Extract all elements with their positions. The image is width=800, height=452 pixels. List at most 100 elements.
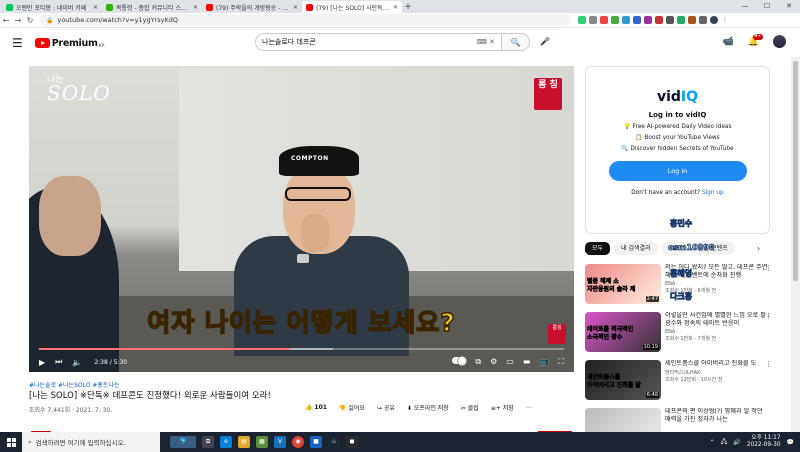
network-icon[interactable]: 🖧 [721, 437, 728, 447]
progress-bar[interactable] [39, 348, 564, 350]
speaker-icon[interactable]: 🔊 [733, 439, 740, 446]
start-button[interactable] [0, 432, 22, 452]
app-icon[interactable]: ◼ [346, 436, 358, 448]
steam-icon[interactable]: ♨ [328, 436, 340, 448]
related-video[interactable]: 데프콘의 편 이상형(?) 영혜과 알 작던 매력을 가진 정자가 나는 [585, 408, 770, 432]
subtitles-icon[interactable]: ⧉ [475, 357, 481, 367]
new-tab-button[interactable]: + [402, 1, 414, 13]
extension-icon[interactable] [589, 16, 597, 24]
close-icon[interactable]: ✕ [293, 4, 298, 11]
profile-icon[interactable] [710, 16, 718, 24]
volume-icon[interactable]: 🔈 [72, 358, 82, 367]
theater-icon[interactable]: ▬ [523, 357, 531, 367]
vidiq-features: 💡 Free AI-powered Daily Video Ideas 📋 Bo… [586, 124, 769, 152]
chrome-icon[interactable]: ◉ [292, 436, 304, 448]
video-thumbnail[interactable]: 세인트폼스를 아이버리고 진화를 밟 6:48 [585, 360, 661, 400]
video-thumbnail[interactable]: 데이트를 적극적인 소극적인 광수 10:19 [585, 312, 661, 352]
taskbar-search-input[interactable]: ⌕ 검색하려면 여기에 입력하십시오. [22, 432, 160, 452]
youtube-logo[interactable]: Premium KR [34, 38, 105, 49]
signup-link[interactable]: Sign up [702, 190, 724, 196]
chip-all[interactable]: 모두 [585, 242, 611, 255]
chevron-right-icon[interactable]: › [757, 244, 760, 253]
edge-icon[interactable]: e [220, 436, 232, 448]
extension-icon[interactable] [688, 16, 696, 24]
fullscreen-icon[interactable]: ⛶ [558, 357, 564, 367]
extension-icon[interactable] [600, 16, 608, 24]
extension-icon[interactable] [578, 16, 586, 24]
browser-tab-4[interactable]: (79) [나는 SOLO] 사탄독※ 데프코✕ [302, 1, 402, 13]
extension-icon[interactable] [677, 16, 685, 24]
related-video[interactable]: 데이트를 적극적인 소극적인 광수 10:19 이렇을만 사건입에 별별한 느낌… [585, 312, 772, 352]
search-input[interactable]: 나는솔로다 데프콘 ⌨ ✕ [255, 33, 502, 51]
more-actions-icon[interactable]: ⋯ [526, 404, 532, 411]
extension-icon[interactable] [611, 16, 619, 24]
minimize-icon[interactable]: — [734, 0, 756, 13]
related-video[interactable]: 세인트폼스를 아이버리고 진화를 밟 6:48 세인트폼스를 아이버리고 진화를… [585, 360, 772, 400]
browser-tab-1[interactable]: 오랜만 포티봉 : 네이버 카페 ✕ [2, 1, 102, 13]
vidiq-panel: vidIQ Log in to vidIQ 💡 Free AI-powered … [585, 66, 770, 234]
video-title: [나는 SOLO] ※단독※ 데프콘도 진정했다! 외로운 사람들이여 오라! [29, 391, 271, 401]
extension-icon[interactable] [655, 16, 663, 24]
keyboard-icon[interactable]: ⌨ ✕ [477, 38, 495, 46]
close-icon[interactable]: ✕ [193, 4, 198, 11]
reload-icon[interactable]: ↻ [24, 16, 36, 25]
menu-icon[interactable]: ☰ [12, 36, 23, 50]
url-field[interactable]: 🔒 youtube.com/watch?v=y1ygYrsyKdQ [40, 14, 570, 26]
video-player[interactable]: COMPTON 나는 SOLO 롱 칭 롱칭 여자 나이는 어떻게 보세요? ▶… [29, 66, 574, 372]
dislike-button[interactable]: 👎 싫어요 [339, 403, 365, 412]
more-icon[interactable]: ⋮ [765, 312, 772, 320]
back-icon[interactable]: ← [0, 16, 12, 25]
voice-search-button[interactable]: 🎤 [538, 35, 552, 49]
overlay-username: osm10998 [668, 243, 715, 253]
video-subtitle: 여자 나이는 어떻게 보세요? [146, 307, 456, 338]
extension-icon[interactable] [666, 16, 674, 24]
like-button[interactable]: 👍 101 [305, 404, 327, 411]
settings-icon[interactable]: ⚙ [490, 357, 497, 367]
clip-button[interactable]: ✂ 클립 [461, 403, 479, 412]
mic-icon: 🎤 [540, 37, 550, 46]
clock[interactable]: 오후 11:17 2022-09-30 [747, 435, 781, 449]
vidiq-login-button[interactable]: Log in [608, 161, 747, 181]
video-thumbnail[interactable] [585, 408, 661, 432]
next-icon[interactable]: ⏭ [55, 357, 62, 367]
app-icon[interactable]: ■ [310, 436, 322, 448]
minecraft-icon[interactable]: ▦ [256, 436, 268, 448]
browser-tab-3[interactable]: (79) 주락을의 개방팡송 - YouTube✕ [202, 1, 302, 13]
more-icon[interactable]: ⋮ [765, 264, 772, 272]
browser-menu-icon[interactable]: ⋮ [721, 16, 729, 24]
download-button[interactable]: ⬇ 오프라인 저장 [407, 403, 449, 412]
video-thumbnail[interactable]: 별종 해제 쇼 자판응원의 솔라 제 2:47 [585, 264, 661, 304]
video-hashtags[interactable]: #나는솔로 #나는SOLO #홍트나는 [29, 380, 119, 389]
maximize-icon[interactable]: ☐ [756, 0, 778, 13]
save-button[interactable]: ≡+ 저장 [491, 403, 514, 412]
forward-icon[interactable]: → [12, 16, 24, 25]
chevron-up-icon[interactable]: ⌃ [710, 439, 715, 446]
dolphin-icon[interactable]: 🐬 [170, 436, 196, 448]
chip-my-results[interactable]: 내 검색결과 [614, 242, 658, 255]
task-view-icon[interactable]: ⧉ [202, 436, 214, 448]
avatar[interactable] [773, 35, 786, 48]
create-video-icon[interactable]: 📹 [723, 37, 734, 47]
close-window-icon[interactable]: ✕ [778, 0, 800, 13]
page-scrollbar[interactable] [791, 57, 800, 432]
close-icon[interactable]: ✕ [93, 4, 98, 11]
v-app-icon[interactable]: V [274, 436, 286, 448]
notification-center-icon[interactable]: 💬 [787, 439, 794, 446]
browser-tab-2[interactable]: 목통령 - 종합 커뮤니티 스토리 월✕ [102, 1, 202, 13]
miniplayer-icon[interactable]: ▭ [506, 357, 514, 367]
extension-icon[interactable] [633, 16, 641, 24]
autoplay-toggle[interactable] [452, 356, 468, 366]
extension-icon[interactable] [699, 16, 707, 24]
list-item: 📋 Boost your YouTube Views [635, 135, 720, 141]
close-icon[interactable]: ✕ [393, 4, 398, 11]
play-icon[interactable]: ▶ [39, 358, 45, 367]
share-button[interactable]: ↪ 공유 [377, 403, 395, 412]
cast-icon[interactable]: 📺 [539, 357, 549, 367]
notifications-icon[interactable]: 🔔 9+ [748, 33, 763, 47]
extension-icon[interactable] [622, 16, 630, 24]
search-button[interactable]: 🔍 [502, 33, 530, 51]
player-controls: ▶ ⏭ 🔈 2:38 / 5:30 ⧉ ⚙ ▭ ▬ 📺 ⛶ [29, 353, 574, 371]
more-icon[interactable]: ⋮ [765, 360, 772, 368]
extension-icon[interactable] [644, 16, 652, 24]
folder-icon[interactable]: ▤ [238, 436, 250, 448]
